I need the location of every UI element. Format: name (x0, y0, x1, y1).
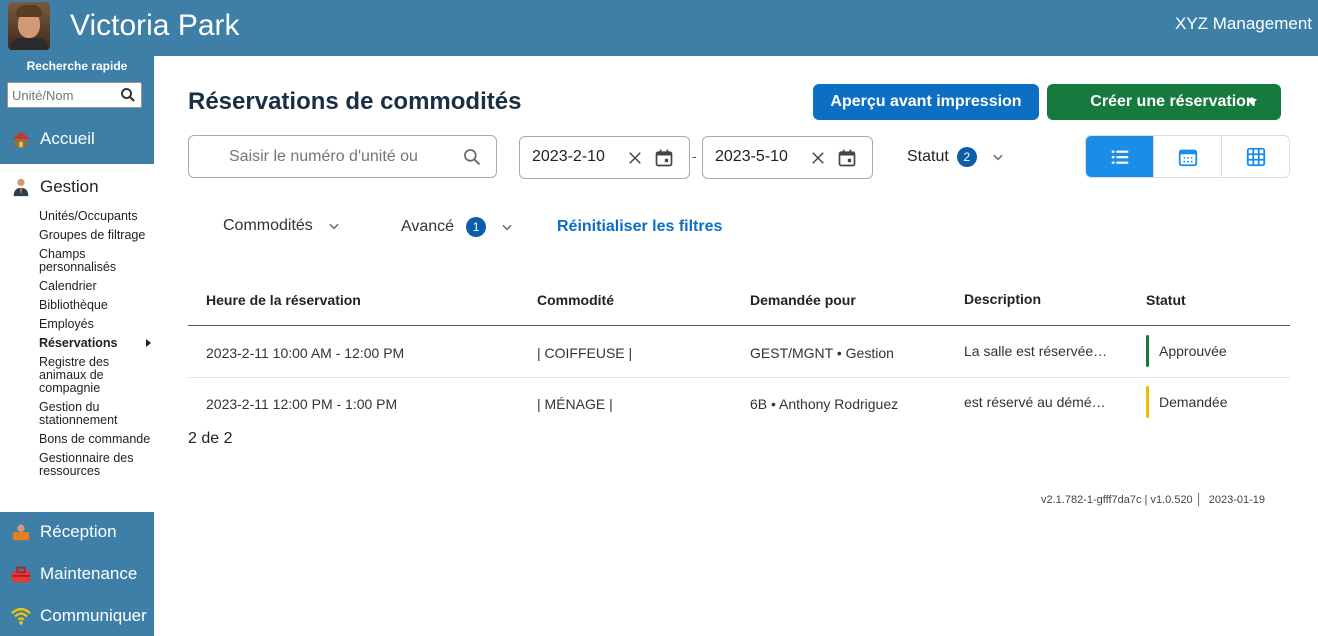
calendar-icon (1178, 149, 1197, 166)
nav-maintenance-label: Maintenance (40, 564, 138, 583)
search-box (188, 135, 497, 178)
table-header-divider (188, 325, 1290, 326)
sidebar-item-bibliotheque[interactable]: Bibliothèque (39, 299, 151, 312)
sidebar: Recherche rapide Accueil Gestion Unités/… (0, 56, 154, 636)
column-header-status[interactable]: Statut (1146, 292, 1186, 308)
sidebar-item-reservations[interactable]: Réservations (39, 337, 151, 350)
advanced-filter-label: Avancé (401, 218, 455, 235)
top-header: Victoria Park XYZ Management (0, 0, 1318, 56)
nav-reception-label: Réception (40, 522, 117, 541)
toolbox-icon (11, 566, 31, 583)
cell-status: Demandée (1159, 394, 1228, 410)
grid-view-button[interactable] (1221, 136, 1289, 177)
wifi-icon (11, 607, 31, 625)
sidebar-item-groupes[interactable]: Groupes de filtrage (39, 229, 151, 242)
version-info: v2.1.782-1-gfff7da7c | v1.0.520 │ 2023-0… (1041, 494, 1265, 506)
clear-icon[interactable] (809, 149, 827, 167)
cell-description: est réservé au démé… (964, 394, 1106, 410)
sidebar-item-calendrier[interactable]: Calendrier (39, 280, 151, 293)
column-header-time[interactable]: Heure de la réservation (206, 292, 361, 308)
quick-search-box (7, 82, 142, 108)
sidebar-item-bons[interactable]: Bons de commande (39, 433, 151, 446)
advanced-filter-dropdown[interactable]: Avancé 1 (401, 217, 514, 237)
cell-amenity: | COIFFEUSE | (537, 345, 633, 361)
sidebar-item-unites[interactable]: Unités/Occupants (39, 210, 151, 223)
nav-communiquer[interactable]: Communiquer (10, 605, 147, 627)
sidebar-item-ressources[interactable]: Gestionnaire des ressources (39, 452, 151, 478)
calendar-view-button[interactable] (1153, 136, 1221, 177)
create-reservation-label: Créer une réservation (1090, 93, 1256, 110)
nav-gestion[interactable]: Gestion (10, 176, 99, 198)
date-from-field[interactable]: 2023-2-10 (519, 136, 690, 179)
cell-time: 2023-2-11 10:00 AM - 12:00 PM (206, 345, 405, 361)
amenities-filter-label: Commodités (223, 217, 313, 234)
sidebar-item-employes[interactable]: Employés (39, 318, 151, 331)
quick-search-input[interactable] (12, 86, 117, 104)
nav-gestion-label: Gestion (40, 177, 99, 196)
nav-communiquer-label: Communiquer (40, 606, 147, 625)
home-icon (11, 131, 31, 148)
calendar-icon[interactable] (837, 148, 857, 168)
print-preview-button[interactable]: Aperçu avant impression (813, 84, 1039, 120)
gestion-panel: Gestion Unités/Occupants Groupes de filt… (0, 164, 154, 512)
caret-down-icon[interactable] (1247, 99, 1257, 105)
calendar-icon[interactable] (654, 148, 674, 168)
date-from-value: 2023-2-10 (532, 148, 605, 165)
sidebar-item-reservations-label: Réservations (39, 336, 118, 350)
clear-icon[interactable] (626, 149, 644, 167)
caret-right-icon (146, 339, 151, 347)
status-indicator (1146, 386, 1149, 418)
date-to-value: 2023-5-10 (715, 148, 788, 165)
nav-accueil-label: Accueil (40, 129, 95, 148)
gestion-submenu: Unités/Occupants Groupes de filtrage Cha… (39, 210, 151, 484)
sidebar-item-stationnement[interactable]: Gestion du stationnement (39, 401, 151, 427)
nav-reception[interactable]: Réception (10, 521, 117, 543)
date-to-field[interactable]: 2023-5-10 (702, 136, 873, 179)
quick-search-label: Recherche rapide (26, 59, 128, 73)
status-filter-label: Statut (907, 148, 949, 165)
property-title: Victoria Park (70, 9, 240, 42)
chevron-down-icon (329, 223, 339, 230)
reset-filters-link[interactable]: Réinitialiser les filtres (557, 218, 722, 236)
reception-icon (12, 524, 30, 541)
view-toggle (1085, 135, 1290, 178)
grid-icon (1246, 147, 1265, 166)
manager-icon (13, 178, 29, 197)
status-indicator (1146, 335, 1149, 367)
nav-maintenance[interactable]: Maintenance (10, 563, 137, 585)
search-icon[interactable] (119, 86, 137, 104)
list-icon (1111, 150, 1128, 164)
search-icon[interactable] (462, 147, 482, 167)
column-header-requested-for[interactable]: Demandée pour (750, 292, 856, 308)
cell-time: 2023-2-11 12:00 PM - 1:00 PM (206, 396, 398, 412)
row-divider (188, 377, 1290, 378)
create-reservation-button[interactable]: Créer une réservation (1047, 84, 1281, 120)
cell-description: La salle est réservée… (964, 343, 1108, 359)
company-name: XYZ Management (1174, 14, 1312, 33)
status-filter-dropdown[interactable]: Statut 2 (907, 147, 1005, 167)
amenities-filter-dropdown[interactable]: Commodités (223, 217, 341, 235)
advanced-filter-badge: 1 (466, 217, 487, 237)
column-header-amenity[interactable]: Commodité (537, 292, 614, 308)
chevron-down-icon (502, 224, 512, 231)
search-input[interactable] (229, 146, 429, 168)
status-filter-badge: 2 (956, 147, 977, 167)
date-separator: - (692, 148, 697, 164)
chevron-down-icon (993, 154, 1003, 161)
sidebar-item-animaux[interactable]: Registre des animaux de compagnie (39, 356, 151, 395)
sidebar-item-champs[interactable]: Champs personnalisés (39, 248, 151, 274)
cell-status: Approuvée (1159, 343, 1227, 359)
record-count: 2 de 2 (188, 430, 233, 447)
cell-amenity: | MÉNAGE | (537, 396, 613, 412)
cell-requested-for: 6B • Anthony Rodriguez (750, 396, 899, 412)
list-view-button[interactable] (1086, 136, 1153, 177)
user-avatar[interactable] (8, 2, 50, 50)
cell-requested-for: GEST/MGNT • Gestion (750, 345, 894, 361)
nav-accueil[interactable]: Accueil (10, 128, 95, 150)
page-title: Réservations de commodités (188, 88, 522, 115)
column-header-description[interactable]: Description (964, 291, 1041, 307)
